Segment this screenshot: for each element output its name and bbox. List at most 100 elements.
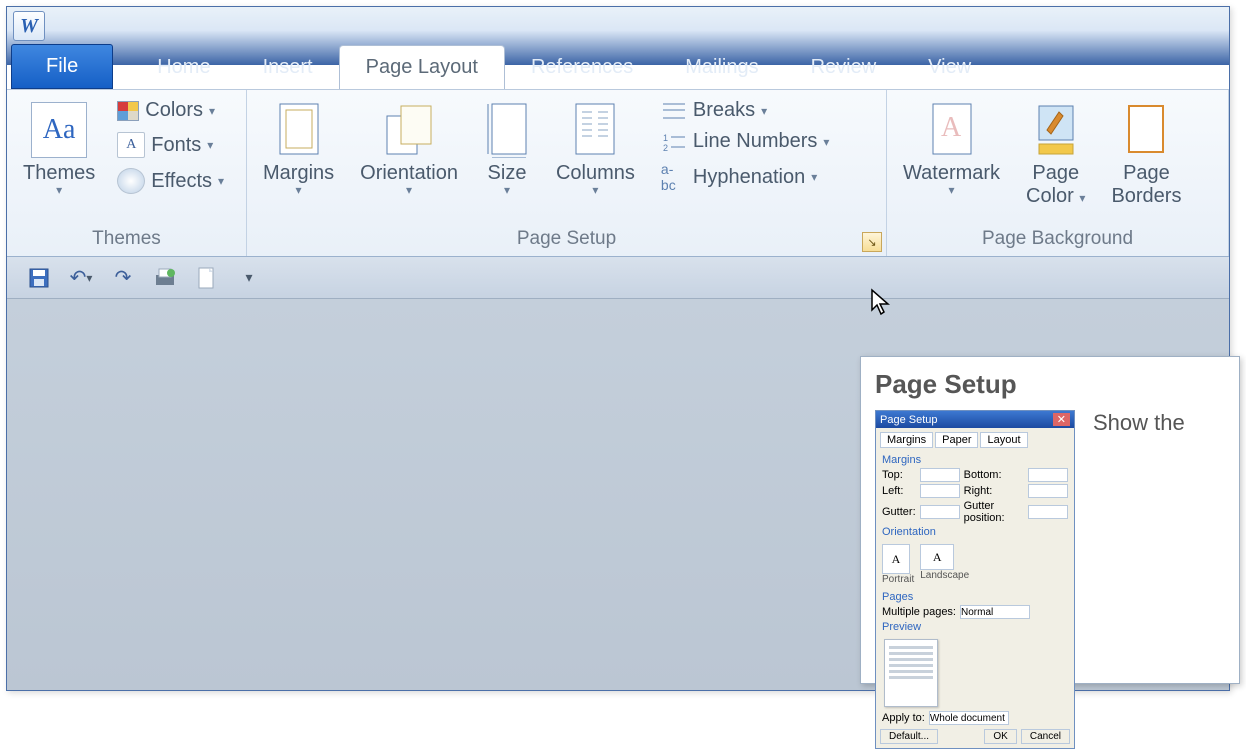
new-page-icon — [197, 266, 217, 290]
chevron-down-icon: ▾ — [823, 137, 829, 147]
page-borders-label-line1: Page — [1123, 162, 1170, 185]
word-app-icon[interactable]: W — [13, 11, 45, 41]
page-borders-button[interactable]: Page Borders — [1105, 96, 1187, 210]
theme-effects-button[interactable]: Effects ▾ — [115, 165, 226, 197]
tab-mailings[interactable]: Mailings — [659, 46, 784, 89]
watermark-icon: A — [929, 102, 975, 158]
hyphenation-label: Hyphenation — [693, 166, 805, 189]
group-page-setup: Margins ▾ Orientation ▾ Size ▾ Columns ▾ — [247, 90, 887, 256]
redo-icon: ↷ — [115, 265, 132, 290]
page-color-button[interactable]: Page Color ▾ — [1020, 96, 1091, 210]
themes-icon: Aa — [31, 102, 87, 158]
tab-references-label: References — [531, 56, 633, 78]
theme-colors-button[interactable]: Colors ▾ — [115, 96, 226, 125]
theme-fonts-label: Fonts — [151, 134, 201, 157]
tab-file-label: File — [46, 55, 78, 77]
close-icon: ✕ — [1053, 413, 1070, 426]
svg-text:A: A — [941, 112, 962, 143]
preview-bottom-label: Bottom: — [964, 469, 1024, 481]
preview-cancel-button: Cancel — [1021, 729, 1070, 744]
orientation-button[interactable]: Orientation ▾ — [354, 96, 464, 197]
theme-effects-label: Effects — [151, 170, 212, 193]
chevron-down-icon: ▾ — [86, 271, 92, 285]
preview-gutter-label: Gutter: — [882, 506, 916, 518]
colors-icon — [117, 101, 139, 121]
breaks-button[interactable]: Breaks ▾ — [659, 96, 832, 125]
tab-file[interactable]: File — [11, 44, 113, 89]
margins-button[interactable]: Margins ▾ — [257, 96, 340, 197]
line-numbers-button[interactable]: 12 Line Numbers ▾ — [659, 127, 832, 156]
preview-portrait-label: Portrait — [882, 574, 914, 585]
qat-customize-button[interactable]: ▾ — [235, 264, 263, 292]
svg-text:2: 2 — [663, 143, 668, 153]
tab-review-label: Review — [811, 56, 877, 78]
ribbon-tabstrip: File Home Insert Page Layout References … — [7, 45, 1229, 89]
undo-icon: ↶ — [70, 265, 87, 290]
tab-home[interactable]: Home — [131, 46, 236, 89]
theme-colors-label: Colors — [145, 99, 203, 122]
customize-icon: ▾ — [245, 269, 252, 286]
redo-button[interactable]: ↷ — [109, 264, 137, 292]
preview-top-input — [920, 468, 960, 482]
hyphenation-button[interactable]: a-bc Hyphenation ▾ — [659, 158, 832, 196]
columns-label: Columns — [556, 162, 635, 185]
chevron-down-icon: ▾ — [592, 185, 598, 195]
preview-ok-button: OK — [984, 729, 1016, 744]
save-button[interactable] — [25, 264, 53, 292]
save-icon — [28, 267, 50, 289]
preview-margins-section: Margins — [876, 452, 1074, 468]
page-setup-tooltip: Page Setup Page Setup ✕ Margins Paper La… — [860, 356, 1240, 684]
page-setup-dialog-launcher[interactable]: ↘ — [862, 232, 882, 252]
tab-review[interactable]: Review — [785, 46, 903, 89]
chevron-down-icon: ▾ — [949, 185, 955, 195]
preview-landscape-label: Landscape — [920, 570, 969, 581]
themes-button[interactable]: Aa Themes ▾ — [17, 96, 101, 197]
preview-pages-section: Pages — [876, 589, 1074, 605]
page-borders-icon — [1123, 102, 1169, 158]
chevron-down-icon: ▾ — [1079, 191, 1085, 205]
margins-label: Margins — [263, 162, 334, 185]
tab-insert[interactable]: Insert — [237, 46, 339, 89]
chevron-down-icon: ▾ — [207, 140, 213, 150]
preview-gutterpos-input — [1028, 505, 1068, 519]
page-setup-dialog-preview: Page Setup ✕ Margins Paper Layout Margin… — [875, 410, 1075, 749]
group-themes: Aa Themes ▾ Colors ▾ A Fonts ▾ — [7, 90, 247, 256]
quick-access-toolbar: ↶▾ ↷ ▾ — [7, 257, 1229, 299]
page-color-label-line1: Page — [1032, 162, 1079, 185]
preview-gutterpos-label: Gutter position: — [964, 500, 1024, 524]
preview-right-input — [1028, 484, 1068, 498]
tab-view-label: View — [928, 56, 971, 78]
watermark-button[interactable]: A Watermark ▾ — [897, 96, 1006, 197]
theme-fonts-button[interactable]: A Fonts ▾ — [115, 129, 226, 161]
group-page-background: A Watermark ▾ Page Color ▾ Page Borders … — [887, 90, 1229, 256]
columns-button[interactable]: Columns ▾ — [550, 96, 641, 197]
tab-page-layout[interactable]: Page Layout — [339, 45, 505, 89]
page-color-label-line2: Color — [1026, 185, 1074, 207]
preview-page-graphic — [884, 639, 938, 707]
preview-orientation-section: Orientation — [876, 524, 1074, 540]
new-document-button[interactable] — [193, 264, 221, 292]
tooltip-title: Page Setup — [875, 369, 1225, 400]
themes-button-label: Themes — [23, 162, 95, 185]
preview-multiple-label: Multiple pages: — [882, 606, 956, 618]
preview-default-button: Default... — [880, 729, 938, 744]
svg-text:1: 1 — [663, 133, 668, 143]
preview-applyto-label: Apply to: — [882, 712, 925, 724]
preview-bottom-input — [1028, 468, 1068, 482]
page-color-icon — [1033, 102, 1079, 158]
group-page-setup-label: Page Setup — [257, 224, 876, 256]
orientation-icon — [383, 102, 435, 158]
tab-home-label: Home — [157, 56, 210, 78]
tab-view[interactable]: View — [902, 46, 997, 89]
tab-references[interactable]: References — [505, 46, 659, 89]
landscape-icon: A — [920, 544, 954, 570]
breaks-label: Breaks — [693, 99, 755, 122]
printer-icon — [153, 267, 177, 289]
columns-icon — [572, 102, 618, 158]
preview-tab-paper: Paper — [935, 432, 978, 448]
undo-button[interactable]: ↶▾ — [67, 264, 95, 292]
size-button[interactable]: Size ▾ — [478, 96, 536, 197]
chevron-down-icon: ▾ — [209, 106, 215, 116]
fonts-icon: A — [117, 132, 145, 158]
quick-print-button[interactable] — [151, 264, 179, 292]
